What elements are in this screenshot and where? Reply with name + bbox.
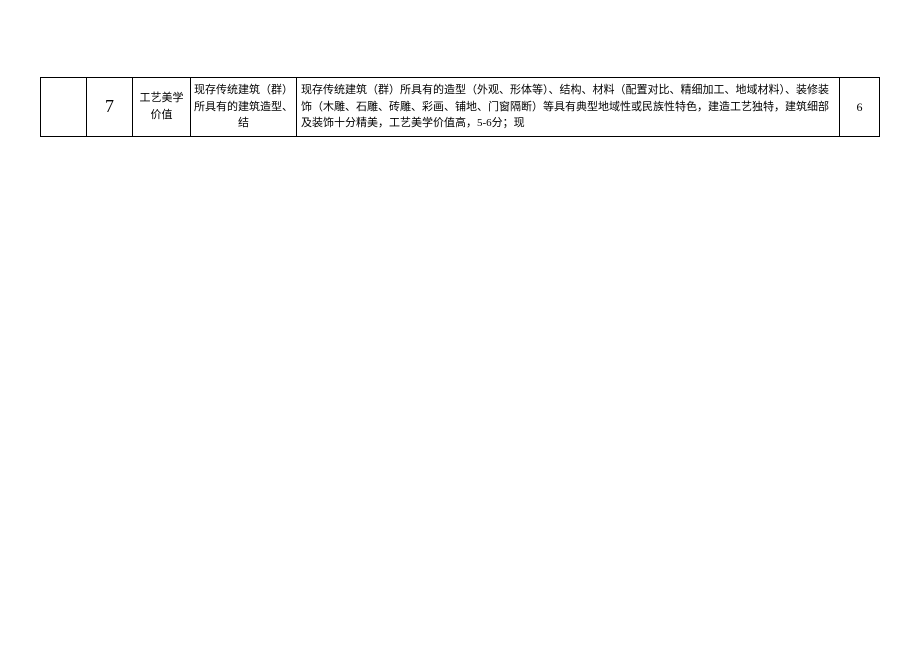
table-row: 7 工艺美学价值 现存传统建筑（群）所具有的建筑造型、结 现存传统建筑（群）所具… xyxy=(41,78,880,137)
cell-title: 工艺美学价值 xyxy=(133,78,191,137)
evaluation-table: 7 工艺美学价值 现存传统建筑（群）所具有的建筑造型、结 现存传统建筑（群）所具… xyxy=(40,77,880,137)
cell-detail: 现存传统建筑（群）所具有的造型（外观、形体等）、结构、材料（配置对比、精细加工、… xyxy=(297,78,840,137)
cell-score: 6 xyxy=(840,78,880,137)
cell-number: 7 xyxy=(87,78,133,137)
cell-blank xyxy=(41,78,87,137)
cell-description: 现存传统建筑（群）所具有的建筑造型、结 xyxy=(191,78,297,137)
